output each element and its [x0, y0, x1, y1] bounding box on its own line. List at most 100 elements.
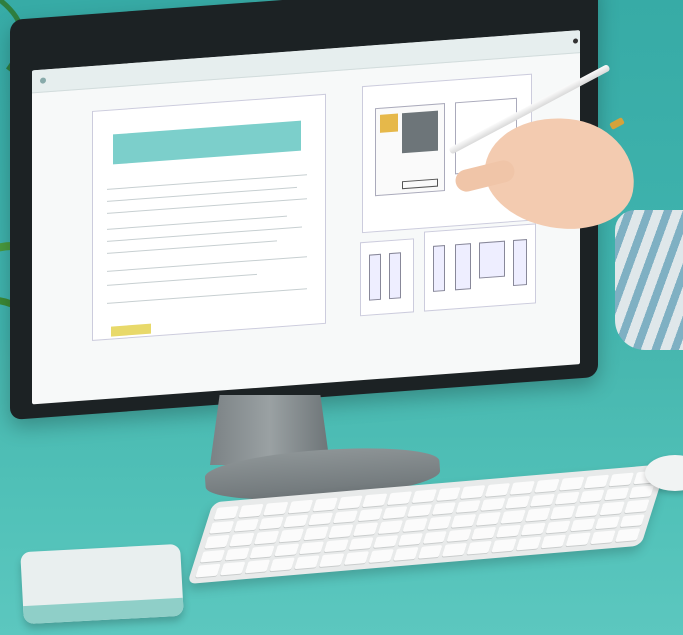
keyboard-key[interactable]	[510, 480, 536, 495]
keyboard-key[interactable]	[500, 509, 527, 524]
keyboard-key[interactable]	[224, 547, 250, 561]
keyboard-key[interactable]	[307, 512, 334, 526]
keyboard-key[interactable]	[485, 483, 511, 497]
keyboard-key[interactable]	[442, 543, 468, 557]
keyboard-key[interactable]	[392, 547, 419, 561]
keyboard-key[interactable]	[476, 512, 502, 526]
keyboard-key[interactable]	[426, 516, 452, 530]
keyboard-key[interactable]	[615, 528, 641, 543]
keyboard-key[interactable]	[619, 514, 645, 528]
keyboard-key[interactable]	[466, 541, 493, 555]
keyboard-key[interactable]	[579, 489, 605, 503]
keyboard-key[interactable]	[456, 499, 482, 514]
keyboard-key[interactable]	[411, 489, 437, 503]
keyboard-key[interactable]	[431, 501, 457, 516]
keyboard-key[interactable]	[451, 514, 477, 528]
keyboard-key[interactable]	[332, 510, 358, 524]
external-drive	[20, 543, 184, 625]
highlight-label	[111, 323, 151, 337]
keyboard-key[interactable]	[554, 491, 581, 505]
keyboard-key[interactable]	[386, 491, 412, 505]
keyboard-key[interactable]	[233, 518, 259, 532]
keyboard-key[interactable]	[303, 526, 329, 541]
keyboard-key[interactable]	[505, 495, 531, 509]
keyboard-key[interactable]	[381, 505, 408, 520]
keyboard-key[interactable]	[491, 539, 517, 553]
keyboard-key[interactable]	[530, 493, 556, 507]
keyboard-key[interactable]	[199, 549, 226, 563]
keyboard-key[interactable]	[318, 553, 344, 568]
layout-column	[455, 243, 471, 291]
keyboard-key[interactable]	[294, 555, 320, 570]
keyboard-key[interactable]	[249, 545, 275, 559]
keyboard-key[interactable]	[435, 487, 462, 501]
keyboard-key[interactable]	[343, 551, 369, 565]
text-line	[107, 288, 307, 304]
keyboard-key[interactable]	[599, 501, 625, 516]
keyboard-key[interactable]	[624, 499, 650, 513]
keyboard-key[interactable]	[574, 503, 601, 518]
keyboard-key[interactable]	[244, 559, 270, 574]
keyboard-key[interactable]	[337, 495, 363, 509]
keyboard-key[interactable]	[327, 524, 354, 538]
keyboard-key[interactable]	[204, 535, 230, 549]
keyboard-key[interactable]	[460, 485, 486, 499]
keyboard-key[interactable]	[608, 472, 635, 486]
keyboard-key[interactable]	[352, 522, 378, 536]
keyboard-key[interactable]	[550, 505, 576, 520]
keyboard-key[interactable]	[253, 530, 280, 545]
keyboard-key[interactable]	[283, 514, 309, 528]
keyboard-key[interactable]	[628, 485, 655, 499]
keyboard-key[interactable]	[323, 539, 349, 553]
keyboard-key[interactable]	[287, 499, 313, 514]
keyboard-key[interactable]	[361, 493, 388, 507]
keyboard-key[interactable]	[348, 537, 374, 551]
keyboard-key[interactable]	[195, 564, 221, 578]
keyboard-key[interactable]	[377, 520, 403, 534]
keyboard-key[interactable]	[540, 534, 567, 549]
keyboard-key[interactable]	[213, 505, 239, 520]
keyboard-key[interactable]	[269, 557, 295, 572]
keyboard-key[interactable]	[209, 520, 235, 534]
shirt-sleeve	[615, 210, 683, 350]
keyboard-key[interactable]	[545, 520, 571, 534]
keyboard-key[interactable]	[590, 530, 616, 545]
keyboard-key[interactable]	[402, 518, 428, 532]
window-control-icon[interactable]	[573, 38, 578, 44]
keyboard-key[interactable]	[422, 530, 448, 545]
keyboard-key[interactable]	[263, 501, 289, 516]
keyboard-key[interactable]	[446, 528, 473, 543]
keyboard-key[interactable]	[480, 497, 506, 511]
keyboard-key[interactable]	[496, 524, 522, 538]
keyboard-key[interactable]	[372, 534, 398, 549]
keyboard-key[interactable]	[534, 478, 560, 493]
keyboard-key[interactable]	[604, 487, 630, 501]
keyboard-key[interactable]	[312, 497, 338, 511]
keyboard-key[interactable]	[565, 532, 591, 547]
keyboard-key[interactable]	[570, 518, 596, 532]
keyboard-key[interactable]	[219, 562, 246, 576]
keyboard-key[interactable]	[516, 536, 542, 551]
keyboard-key[interactable]	[525, 507, 551, 522]
layout-column	[389, 252, 401, 300]
keyboard-key[interactable]	[278, 528, 304, 543]
thumbnail-button[interactable]	[402, 178, 438, 190]
keyboard-key[interactable]	[520, 522, 547, 536]
keyboard-key[interactable]	[594, 516, 621, 530]
keyboard-key[interactable]	[584, 474, 610, 489]
page-thumbnail[interactable]	[375, 103, 445, 197]
keyboard-key[interactable]	[229, 532, 255, 547]
keyboard-key[interactable]	[298, 541, 324, 555]
keyboard-key[interactable]	[273, 543, 300, 557]
layout-column	[369, 253, 381, 301]
keyboard-key[interactable]	[357, 507, 383, 522]
keyboard-key[interactable]	[406, 503, 432, 518]
keyboard-key[interactable]	[397, 532, 423, 547]
keyboard-key[interactable]	[471, 526, 497, 541]
keyboard-key[interactable]	[258, 516, 284, 530]
keyboard-key[interactable]	[559, 476, 585, 491]
keyboard-key[interactable]	[417, 545, 443, 559]
keyboard-key[interactable]	[238, 503, 264, 518]
toolbar-icon[interactable]	[40, 77, 46, 84]
keyboard-key[interactable]	[368, 549, 394, 563]
